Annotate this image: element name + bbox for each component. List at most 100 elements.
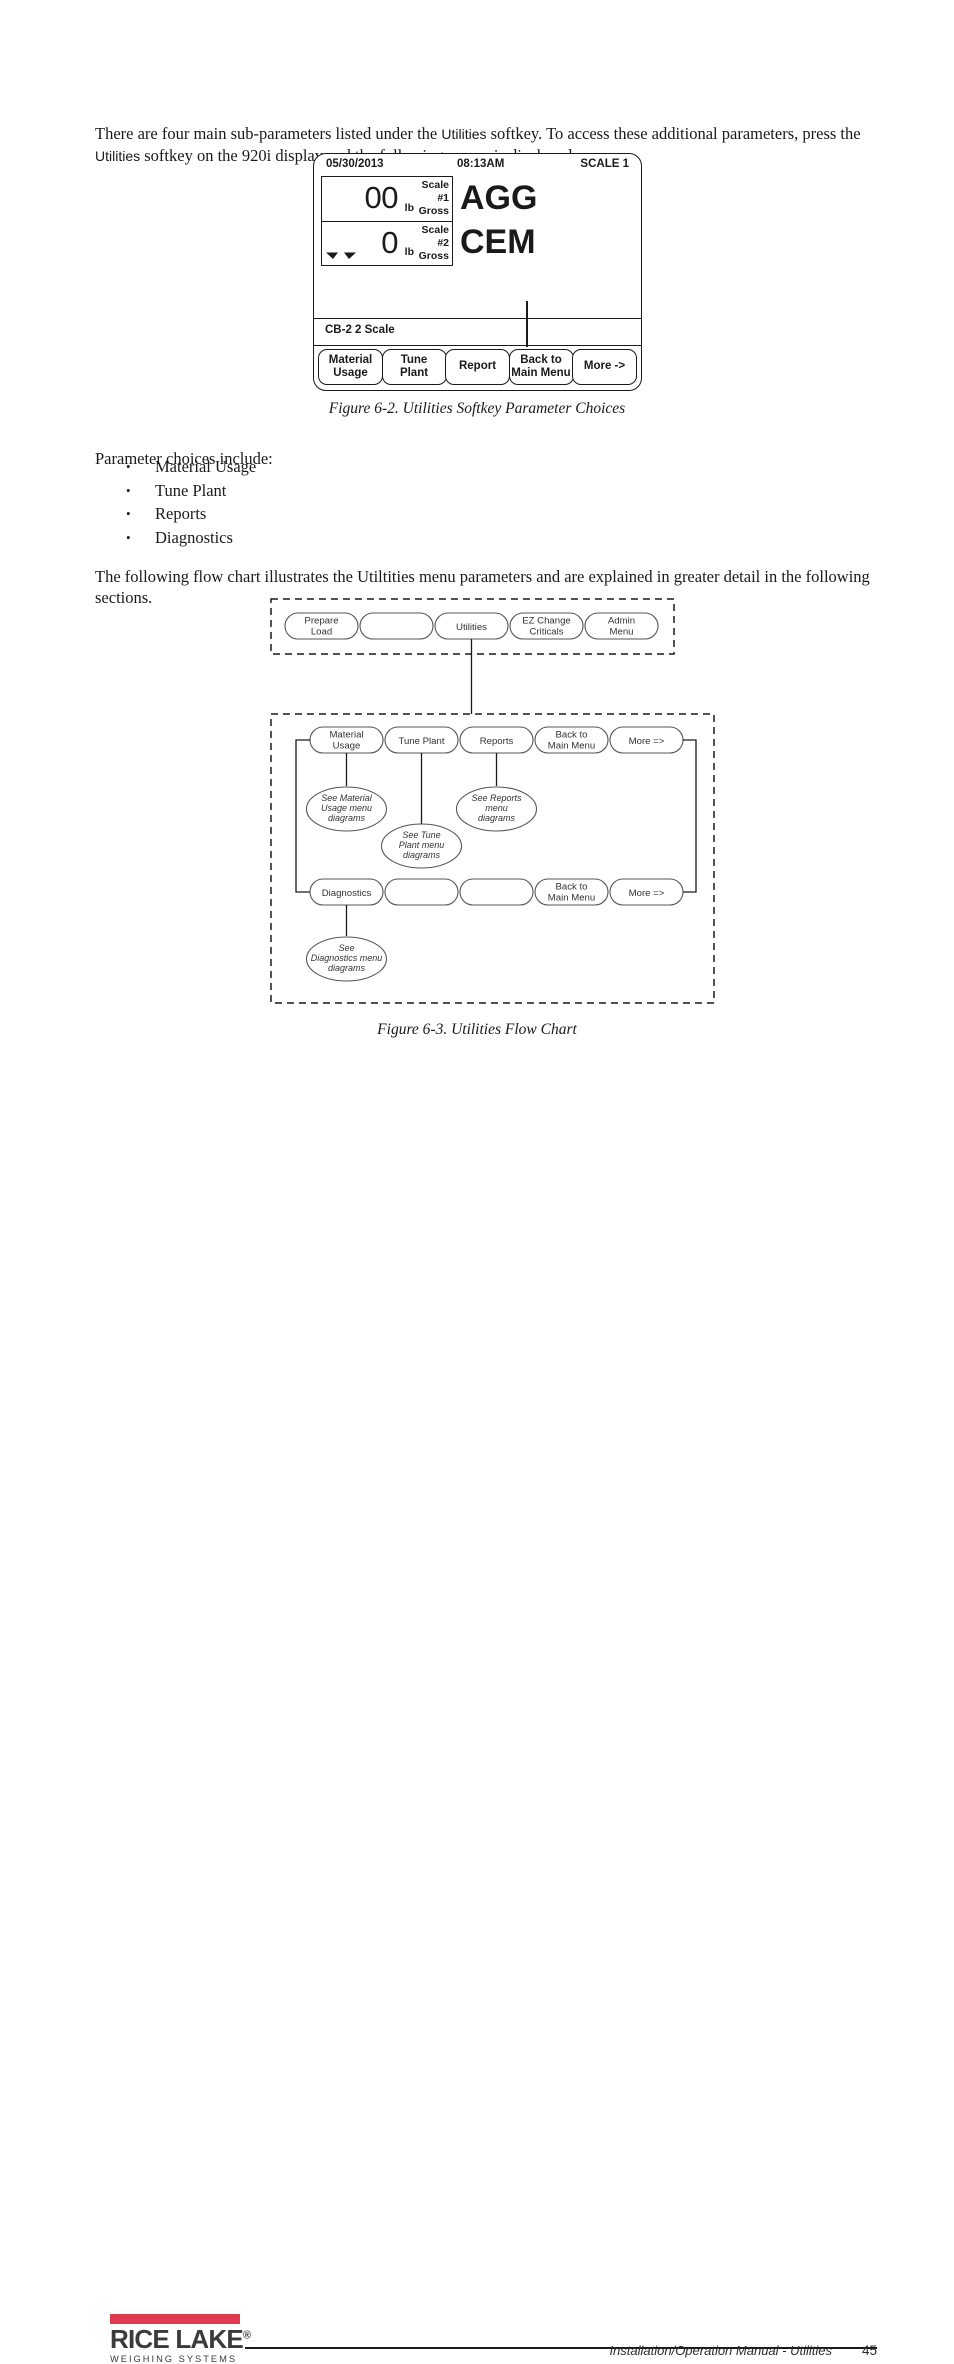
weight-labels-scale-1: Scale #1 Gross [415, 179, 449, 218]
page-footer: RICE LAKE® WEIGHING SYSTEMS Installation… [0, 1155, 954, 2364]
ellipse-label-line2: Diagnostics menu [311, 953, 383, 963]
flow-ellipse-see-reports: See Reports menu diagrams [455, 786, 538, 832]
flow-node-ez-change-criticals[interactable]: EZ Change Criticals [509, 612, 584, 640]
softkey-report[interactable]: Report [445, 349, 510, 385]
flow-ellipse-see-tune-plant: See Tune Plant menu diagrams [380, 823, 463, 869]
weight-value-scale-1: 00 [364, 180, 399, 215]
flow-node-label: More => [629, 736, 665, 747]
scale-word-2: Scale [421, 224, 449, 236]
center-of-zero-icon [326, 252, 356, 259]
flow-node-label-2: Criticals [529, 627, 563, 638]
flow-node-prepare-load[interactable]: Prepare Load [284, 612, 359, 640]
logo-company-name: RICE LAKE® [110, 2324, 251, 2354]
list-item: Tune Plant [120, 479, 256, 503]
display-top-bar: 05/30/2013 08:13AM SCALE 1 [314, 154, 641, 176]
flow-node-reports[interactable]: Reports [459, 726, 534, 754]
flow-chart-svg: .nodebox { fill:#ffffff; stroke:#555555;… [270, 598, 715, 1004]
status-bar-divider [526, 301, 528, 347]
weight-row-scale-1: 00 lb Scale #1 Gross [322, 177, 452, 221]
parameter-choices-list: Material Usage Tune Plant Reports Diagno… [120, 455, 256, 549]
scale-mode-1: Gross [418, 205, 449, 217]
flow-node-label: Material [329, 730, 363, 741]
logo-name-text: RICE LAKE [110, 2324, 244, 2354]
logo-red-bar [110, 2314, 240, 2324]
ellipse-label-line3: diagrams [328, 963, 366, 973]
weight-readout-stack: 00 lb Scale #1 Gross 0 lb Scale #2 Gross [321, 176, 453, 266]
softkey-back-to-main-menu[interactable]: Back to Main Menu [508, 349, 574, 385]
display-time: 08:13AM [457, 158, 505, 170]
flow-node-back-to-main-menu-row1[interactable]: Back to Main Menu [534, 726, 609, 754]
flow-node-label-2: Menu [610, 627, 634, 638]
flow-ellipse-see-diagnostics: See Diagnostics menu diagrams [305, 936, 388, 982]
scale-number-2: #2 [437, 237, 449, 249]
flow-node-label: Prepare [304, 616, 338, 627]
weight-row-scale-2: 0 lb Scale #2 Gross [322, 221, 452, 265]
logo-registered-mark: ® [242, 2329, 251, 2342]
scale-word-1: Scale [421, 179, 449, 191]
softkey-material-usage[interactable]: Material Usage [318, 349, 383, 385]
intro-text-part-1: There are four main sub-parameters liste… [95, 123, 442, 143]
ellipse-label-line2: Plant menu [399, 840, 445, 850]
flow-node-label: Diagnostics [322, 888, 372, 899]
display-active-scale: SCALE 1 [580, 158, 629, 170]
connector-row1-more-to-row2 [683, 739, 697, 893]
flow-node-label: More => [629, 888, 665, 899]
flow-node-label-2: Main Menu [548, 893, 595, 904]
display-date: 05/30/2013 [326, 158, 384, 170]
material-legend-list: AGG CEM [460, 176, 537, 264]
page-number: 45 [861, 2343, 877, 2358]
figure-6-2-caption: Figure 6-2. Utilities Softkey Parameter … [328, 400, 626, 417]
scale-number-1: #1 [437, 192, 449, 204]
intro-text-part-2: softkey. To access these additional para… [486, 123, 861, 143]
material-legend-cem: CEM [460, 223, 536, 261]
flow-node-diagnostics[interactable]: Diagnostics [309, 878, 384, 906]
ellipse-label-line1: See Tune [402, 830, 440, 840]
softkey-tune-plant[interactable]: Tune Plant [381, 349, 447, 385]
ellipse-label-line1: See Reports [471, 793, 522, 803]
status-bar-text: CB-2 2 Scale [325, 324, 395, 336]
flow-node-blank-2[interactable] [384, 878, 459, 906]
flow-node-label-2: Load [311, 627, 332, 638]
flow-node-tune-plant[interactable]: Tune Plant [384, 726, 459, 754]
scale-mode-2: Gross [418, 250, 449, 262]
list-item: Material Usage [120, 455, 256, 479]
flow-node-label-2: Usage [333, 741, 361, 752]
figure-6-3-caption: Figure 6-3. Utilities Flow Chart [377, 1021, 577, 1038]
flow-node-label: Back to [556, 730, 588, 741]
ellipse-label-line1: See Material [321, 793, 373, 803]
utilities-softkey-term-2: Utilities [95, 147, 141, 164]
manual-page: There are four main sub-parameters liste… [0, 0, 954, 2364]
flow-node-label: Utilities [456, 622, 487, 633]
flow-node-admin-menu[interactable]: Admin Menu [584, 612, 659, 640]
flow-node-blank-1[interactable] [359, 612, 434, 640]
list-item: Reports [120, 502, 256, 526]
flow-node-label: Reports [480, 736, 514, 747]
list-item: Diagnostics [120, 526, 256, 550]
weight-unit-scale-1: lb [404, 202, 414, 214]
flow-node-material-usage[interactable]: Material Usage [309, 726, 384, 754]
footer-manual-title: Installation/Operation Manual - Utilitie… [609, 2343, 832, 2358]
weight-value-scale-2: 0 [381, 225, 398, 260]
ellipse-label-line2: Usage menu [321, 803, 372, 813]
ellipse-label-line3: diagrams [403, 850, 441, 860]
flow-node-utilities[interactable]: Utilities [434, 612, 509, 640]
ellipse-label-line2: menu [485, 803, 508, 813]
rice-lake-logo: RICE LAKE® WEIGHING SYSTEMS [110, 2314, 251, 2364]
weight-unit-scale-2: lb [404, 246, 414, 258]
flow-node-back-to-main-menu-row2[interactable]: Back to Main Menu [534, 878, 609, 906]
softkey-more[interactable]: More -> [572, 349, 637, 385]
logo-subtitle: WEIGHING SYSTEMS [110, 2354, 238, 2364]
material-legend-agg: AGG [460, 179, 538, 217]
flow-node-more-row2[interactable]: More => [609, 878, 684, 906]
flow-node-label: Admin [608, 616, 635, 627]
display-status-bar: CB-2 2 Scale [314, 301, 641, 347]
ellipse-label-line3: diagrams [478, 813, 516, 823]
flow-node-more-row1[interactable]: More => [609, 726, 684, 754]
920i-indicator-display: 05/30/2013 08:13AM SCALE 1 00 lb Scale #… [313, 153, 642, 391]
utilities-softkey-term-1: Utilities [441, 125, 487, 142]
flow-ellipse-see-material-usage: See Material Usage menu diagrams [305, 786, 388, 832]
flow-node-label-2: Main Menu [548, 741, 595, 752]
weight-labels-scale-2: Scale #2 Gross [415, 224, 449, 263]
softkey-row: Material Usage Tune Plant Report Back to… [314, 346, 641, 390]
flow-node-blank-3[interactable] [459, 878, 534, 906]
